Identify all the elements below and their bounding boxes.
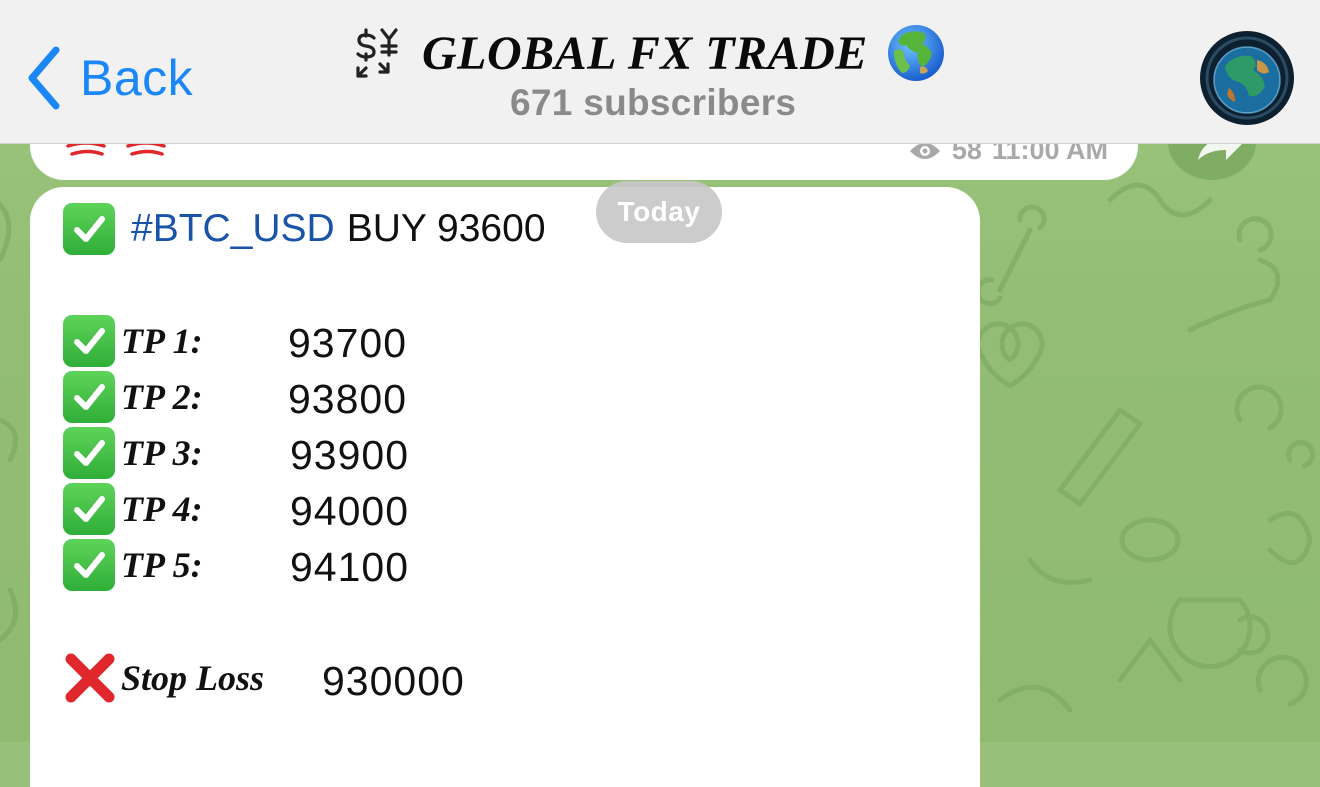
- chevron-left-icon: [28, 46, 60, 110]
- stop-loss-label: Stop Loss: [121, 658, 265, 698]
- tp-label: TP 4:: [121, 489, 203, 529]
- tp-value: 94000: [290, 488, 410, 534]
- cross-mark-icon: [65, 653, 115, 703]
- take-profit-line: TP 5:: [63, 539, 203, 591]
- take-profit-line: TP 3:: [63, 427, 203, 479]
- stop-loss-line: Stop Loss: [63, 651, 264, 705]
- check-mark-icon: [63, 371, 115, 423]
- subscriber-count: 671 subscribers: [510, 82, 797, 123]
- signal-header-line: #BTC_USD BUY 93600: [63, 203, 546, 255]
- tp-label: TP 1:: [121, 321, 203, 361]
- tp-value: 93700: [288, 320, 408, 366]
- chat-header: Back GLOBAL FX TRADE 671 subscribers: [0, 0, 1320, 144]
- globe-europe-africa-icon: [887, 25, 944, 81]
- take-profit-line: TP 1:: [63, 315, 203, 367]
- stop-loss-value: 930000: [322, 658, 465, 704]
- message-bubble[interactable]: #BTC_USD BUY 93600 TP 1: 93700 TP 2: 938…: [30, 187, 980, 787]
- back-button[interactable]: Back: [22, 38, 193, 118]
- tp-label: TP 2:: [121, 377, 203, 417]
- channel-title-row[interactable]: GLOBAL FX TRADE: [348, 22, 946, 84]
- tp-value: 93900: [290, 432, 410, 478]
- channel-title: GLOBAL FX TRADE: [422, 26, 868, 80]
- take-profit-line: TP 4:: [63, 483, 203, 535]
- hashtag-link[interactable]: #BTC_USD: [131, 207, 335, 251]
- currency-exchange-icon: [356, 28, 398, 78]
- back-label: Back: [80, 50, 194, 106]
- check-mark-icon: [63, 483, 115, 535]
- tp-value: 93800: [288, 376, 408, 422]
- globe-logo: [1200, 31, 1294, 125]
- tp-label: TP 3:: [121, 433, 203, 473]
- channel-avatar[interactable]: [1199, 30, 1295, 126]
- take-profit-line: TP 2:: [63, 371, 203, 423]
- check-mark-icon: [63, 427, 115, 479]
- tp-label: TP 5:: [121, 545, 203, 585]
- date-badge: Today: [596, 181, 722, 243]
- trade-direction: BUY 93600: [346, 207, 546, 250]
- tp-value: 94100: [290, 544, 410, 590]
- check-mark-icon: [63, 315, 115, 367]
- check-mark-icon: [63, 203, 115, 255]
- check-mark-icon: [63, 539, 115, 591]
